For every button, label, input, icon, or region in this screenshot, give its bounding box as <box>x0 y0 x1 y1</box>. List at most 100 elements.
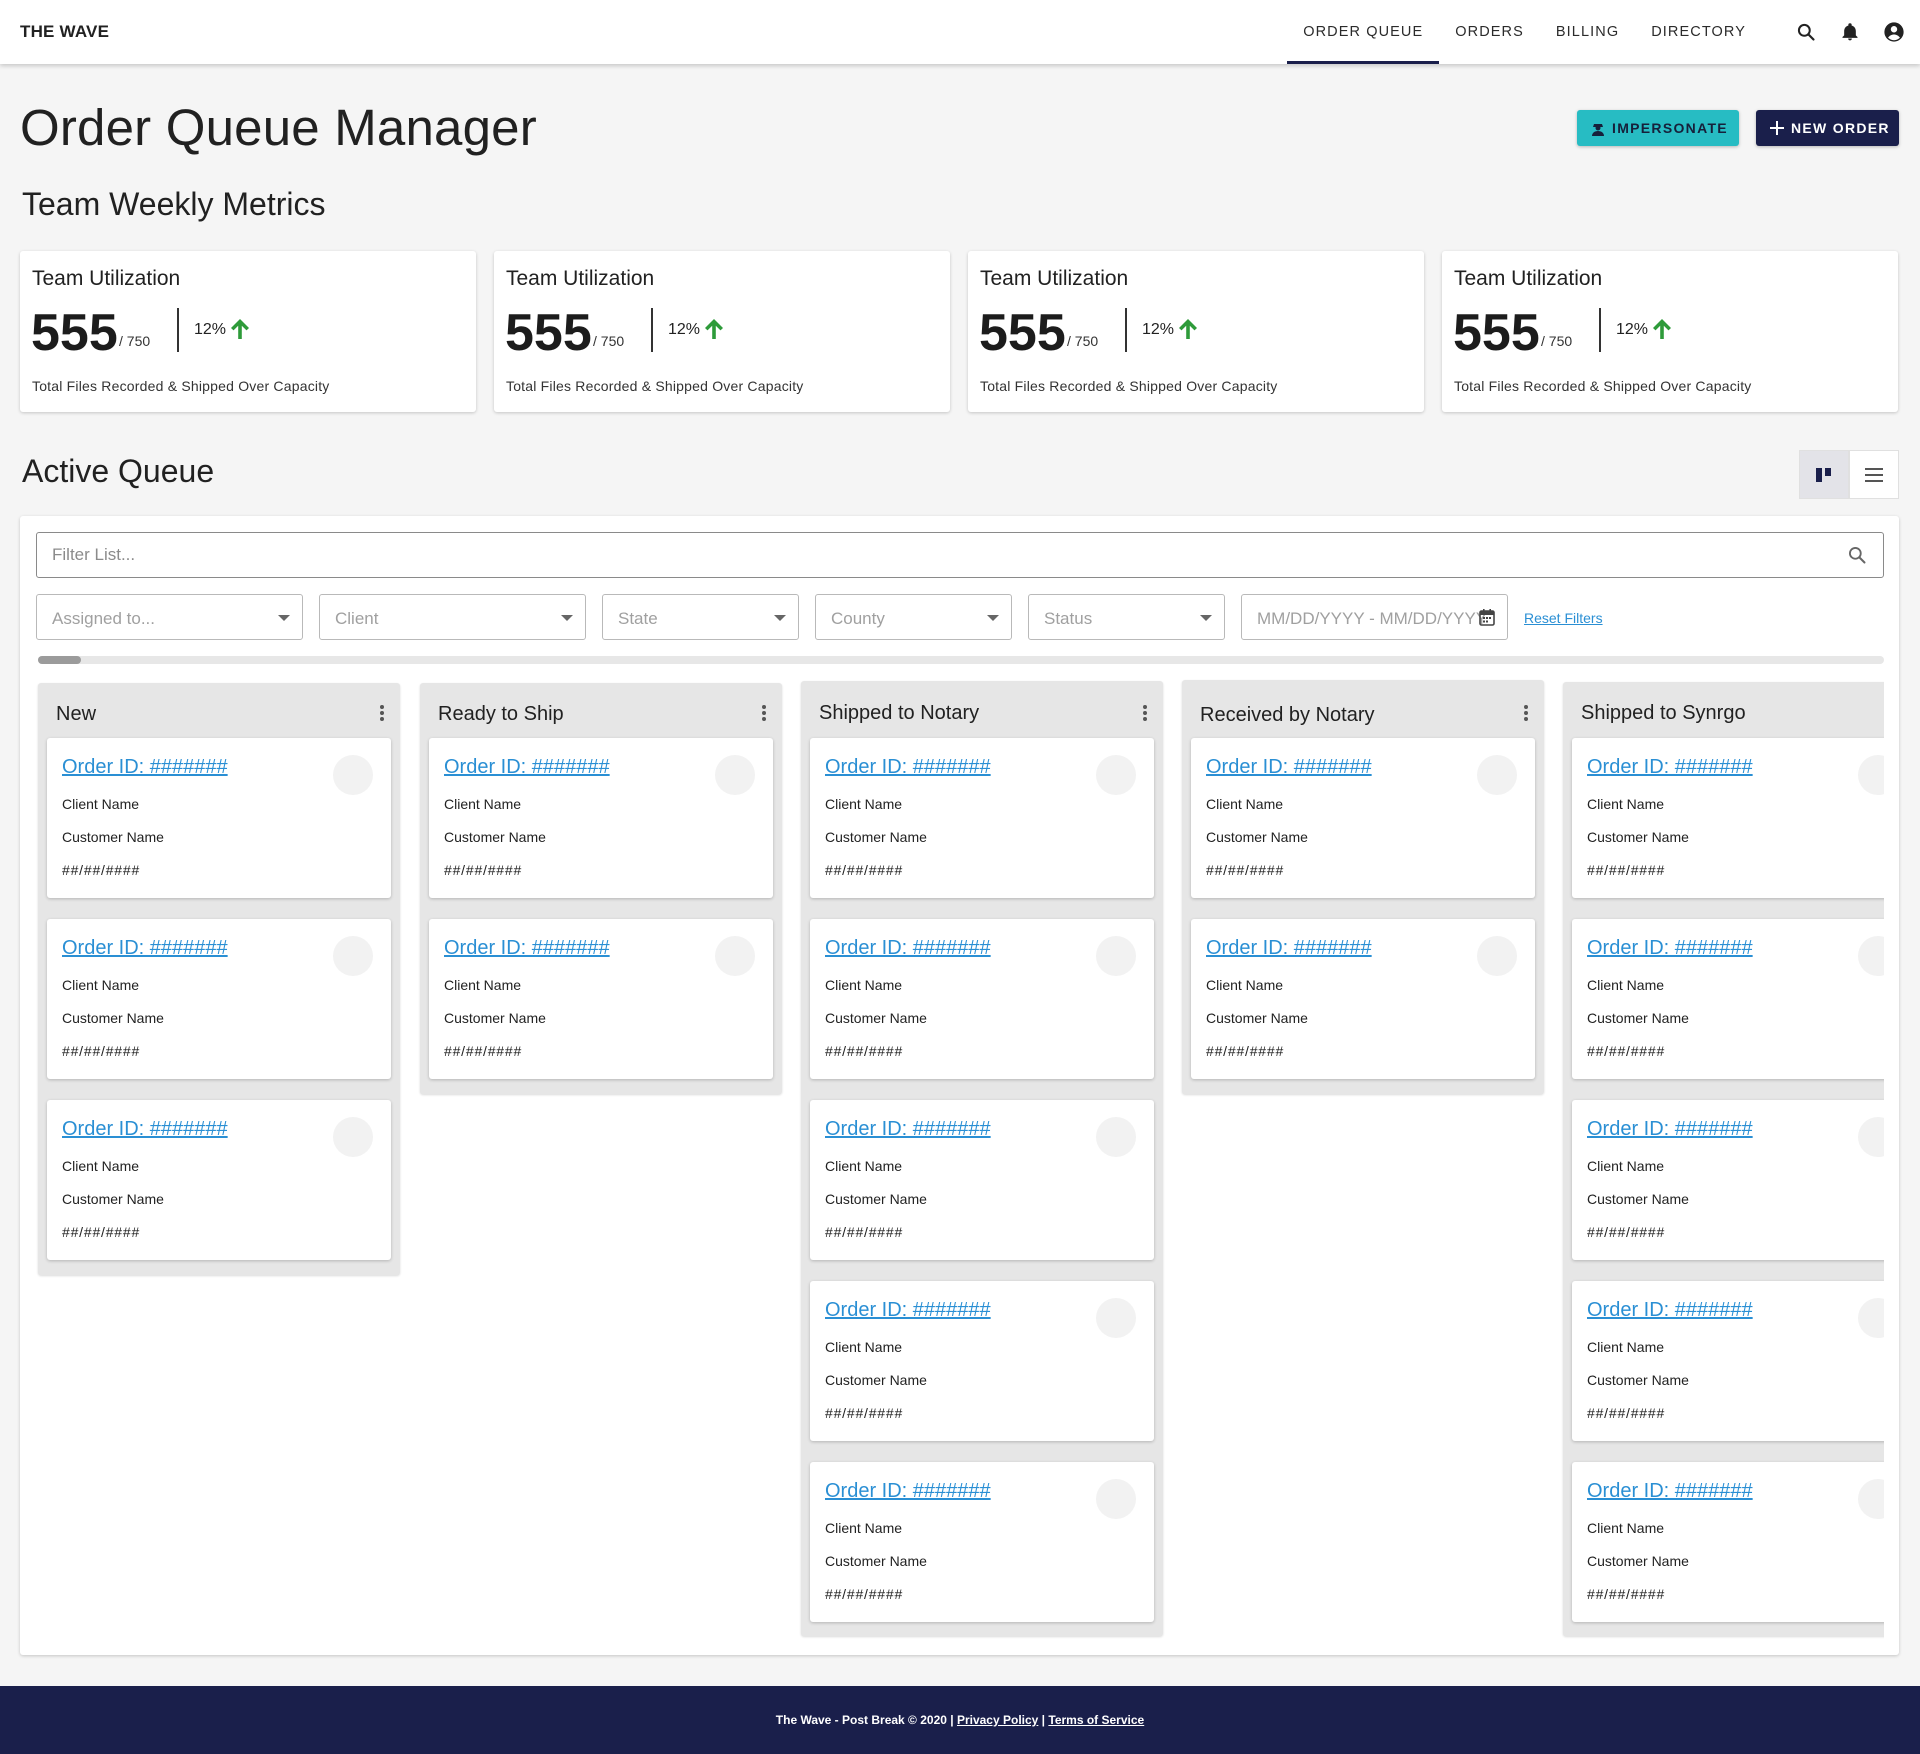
more-vert-icon[interactable] <box>378 702 386 724</box>
order-date: ##/##/#### <box>825 1586 904 1602</box>
avatar[interactable] <box>1096 1479 1136 1519</box>
customer-name: Customer Name <box>825 1191 927 1207</box>
bell-icon[interactable] <box>1838 20 1862 44</box>
avatar[interactable] <box>715 936 755 976</box>
avatar[interactable] <box>333 1117 373 1157</box>
order-card[interactable]: Order ID: ####### Client Name Customer N… <box>1572 1281 1884 1441</box>
more-vert-icon[interactable] <box>1522 702 1530 724</box>
order-id-link[interactable]: Order ID: ####### <box>825 1118 991 1141</box>
order-id-link[interactable]: Order ID: ####### <box>825 1299 991 1322</box>
avatar[interactable] <box>1858 1298 1884 1338</box>
avatar[interactable] <box>333 755 373 795</box>
customer-name: Customer Name <box>1206 1010 1308 1026</box>
order-id-link[interactable]: Order ID: ####### <box>1206 756 1372 779</box>
order-card[interactable]: Order ID: ####### Client Name Customer N… <box>810 738 1154 898</box>
avatar[interactable] <box>1477 936 1517 976</box>
new-order-button[interactable]: NEW ORDER <box>1756 110 1899 146</box>
order-id-link[interactable]: Order ID: ####### <box>1587 756 1753 779</box>
metric-capacity: / 750 <box>119 333 151 349</box>
order-card[interactable]: Order ID: ####### Client Name Customer N… <box>810 1462 1154 1622</box>
board-view-icon <box>1816 467 1831 482</box>
order-id-link[interactable]: Order ID: ####### <box>444 756 610 779</box>
order-id-link[interactable]: Order ID: ####### <box>825 756 991 779</box>
more-vert-icon[interactable] <box>760 702 768 724</box>
order-id-link[interactable]: Order ID: ####### <box>1587 1299 1753 1322</box>
footer-separator: | <box>1038 1713 1049 1727</box>
order-id-link[interactable]: Order ID: ####### <box>1587 937 1753 960</box>
avatar[interactable] <box>1858 755 1884 795</box>
order-date: ##/##/#### <box>1587 862 1666 878</box>
queue-title: Active Queue <box>22 453 215 489</box>
order-card[interactable]: Order ID: ####### Client Name Customer N… <box>810 1281 1154 1441</box>
board-view-toggle[interactable] <box>1799 450 1849 499</box>
metric-description: Total Files Recorded & Shipped Over Capa… <box>1454 378 1752 394</box>
privacy-policy-link[interactable]: Privacy Policy <box>957 1713 1038 1727</box>
order-card[interactable]: Order ID: ####### Client Name Customer N… <box>1572 738 1884 898</box>
order-card[interactable]: Order ID: ####### Client Name Customer N… <box>429 919 773 1079</box>
order-card[interactable]: Order ID: ####### Client Name Customer N… <box>810 1100 1154 1260</box>
order-id-link[interactable]: Order ID: ####### <box>1206 937 1372 960</box>
brand-logo[interactable]: THE WAVE <box>20 22 109 42</box>
column-received-by-notary: Received by Notary Order ID: ####### Cli… <box>1182 680 1544 1094</box>
client-name: Client Name <box>444 977 522 993</box>
column-shipped-to-notary: Shipped to Notary Order ID: ####### Clie… <box>801 681 1163 1636</box>
order-card[interactable]: Order ID: ####### Client Name Customer N… <box>1191 919 1535 1079</box>
metric-capacity: / 750 <box>1541 333 1573 349</box>
avatar[interactable] <box>1096 1298 1136 1338</box>
order-id-link[interactable]: Order ID: ####### <box>444 937 610 960</box>
client-name: Client Name <box>825 796 903 812</box>
order-card[interactable]: Order ID: ####### Client Name Customer N… <box>1191 738 1535 898</box>
avatar[interactable] <box>1096 936 1136 976</box>
order-card[interactable]: Order ID: ####### Client Name Customer N… <box>1572 919 1884 1079</box>
avatar[interactable] <box>1477 755 1517 795</box>
order-card[interactable]: Order ID: ####### Client Name Customer N… <box>47 738 391 898</box>
order-id-link[interactable]: Order ID: ####### <box>1587 1480 1753 1503</box>
impersonate-label: IMPERSONATE <box>1612 120 1728 136</box>
order-id-link[interactable]: Order ID: ####### <box>62 937 228 960</box>
metric-divider <box>1599 308 1601 352</box>
column-ready-to-ship: Ready to Ship Order ID: ####### Client N… <box>420 683 782 1094</box>
order-id-link[interactable]: Order ID: ####### <box>62 756 228 779</box>
order-id-link[interactable]: Order ID: ####### <box>825 1480 991 1503</box>
more-vert-icon[interactable] <box>1141 702 1149 724</box>
client-name: Client Name <box>1206 796 1284 812</box>
nav-orders[interactable]: ORDERS <box>1439 0 1540 64</box>
order-card[interactable]: Order ID: ####### Client Name Customer N… <box>47 919 391 1079</box>
account-icon[interactable] <box>1882 20 1906 44</box>
impersonate-button[interactable]: IMPERSONATE <box>1577 110 1739 146</box>
order-id-link[interactable]: Order ID: ####### <box>825 937 991 960</box>
metric-description: Total Files Recorded & Shipped Over Capa… <box>980 378 1278 394</box>
search-icon[interactable] <box>1794 20 1818 44</box>
order-id-link[interactable]: Order ID: ####### <box>1587 1118 1753 1141</box>
metrics-title: Team Weekly Metrics <box>22 186 326 222</box>
column-title: Shipped to Synrgo <box>1581 702 1746 724</box>
avatar[interactable] <box>1858 936 1884 976</box>
client-name: Client Name <box>1587 796 1665 812</box>
footer: The Wave - Post Break © 2020 | Privacy P… <box>0 1686 1920 1754</box>
order-date: ##/##/#### <box>1587 1586 1666 1602</box>
client-name: Client Name <box>1206 977 1284 993</box>
list-view-toggle[interactable] <box>1849 450 1899 499</box>
order-card[interactable]: Order ID: ####### Client Name Customer N… <box>429 738 773 898</box>
order-date: ##/##/#### <box>62 1224 141 1240</box>
customer-name: Customer Name <box>825 1372 927 1388</box>
order-card[interactable]: Order ID: ####### Client Name Customer N… <box>47 1100 391 1260</box>
terms-of-service-link[interactable]: Terms of Service <box>1048 1713 1144 1727</box>
nav-directory[interactable]: DIRECTORY <box>1635 0 1762 64</box>
metric-change: 12% <box>668 321 701 338</box>
avatar[interactable] <box>333 936 373 976</box>
nav-billing[interactable]: BILLING <box>1540 0 1635 64</box>
order-card[interactable]: Order ID: ####### Client Name Customer N… <box>810 919 1154 1079</box>
metric-card: Team Utilization 555 / 750 12% Total Fil… <box>494 251 950 412</box>
avatar[interactable] <box>1858 1117 1884 1157</box>
avatar[interactable] <box>715 755 755 795</box>
nav-order-queue[interactable]: ORDER QUEUE <box>1287 0 1440 64</box>
avatar[interactable] <box>1858 1479 1884 1519</box>
customer-name: Customer Name <box>444 829 546 845</box>
avatar[interactable] <box>1096 755 1136 795</box>
order-id-link[interactable]: Order ID: ####### <box>62 1118 228 1141</box>
order-card[interactable]: Order ID: ####### Client Name Customer N… <box>1572 1100 1884 1260</box>
order-card[interactable]: Order ID: ####### Client Name Customer N… <box>1572 1462 1884 1622</box>
avatar[interactable] <box>1096 1117 1136 1157</box>
kanban-board: New Order ID: ####### Client Name Custom… <box>20 516 1884 1655</box>
